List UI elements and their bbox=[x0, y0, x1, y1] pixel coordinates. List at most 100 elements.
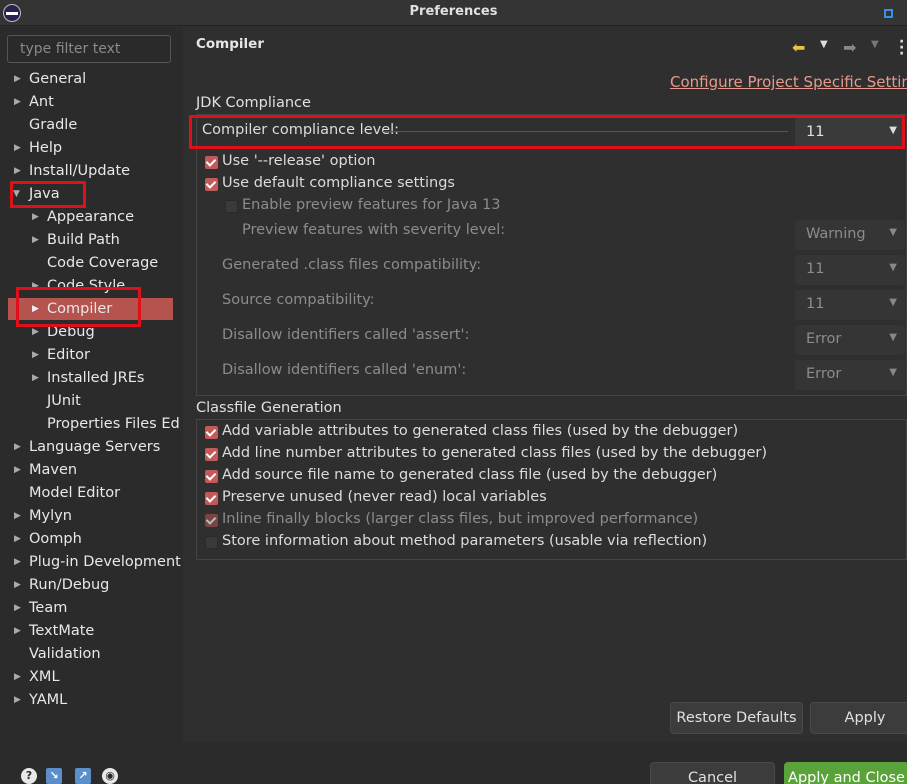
chevron-right-icon[interactable]: ▶ bbox=[14, 91, 24, 113]
tree-label: Model Editor bbox=[29, 485, 121, 501]
tree-item-mylyn[interactable]: ▶ Mylyn bbox=[0, 505, 183, 527]
chevron-right-icon[interactable]: ▶ bbox=[32, 229, 42, 251]
chevron-right-icon[interactable]: ▶ bbox=[14, 551, 24, 573]
chevron-right-icon[interactable]: ▶ bbox=[14, 505, 24, 527]
chevron-down-icon: ▼ bbox=[889, 125, 897, 136]
tree-item-ant[interactable]: ▶ Ant bbox=[0, 91, 183, 113]
preserve-unused-label: Preserve unused (never read) local varia… bbox=[222, 489, 547, 505]
maximize-button[interactable] bbox=[884, 9, 893, 18]
tree-item-editor[interactable]: ▶ Editor bbox=[0, 344, 183, 366]
help-icon[interactable]: ? bbox=[21, 768, 37, 784]
tree-label: Installed JREs bbox=[47, 370, 145, 386]
tree-item-properties-files[interactable]: Properties Files Ed bbox=[0, 413, 183, 435]
tree-item-java[interactable]: ▼ Java bbox=[0, 183, 183, 205]
configure-project-specific-link[interactable]: Configure Project Specific Settings... bbox=[670, 73, 907, 91]
chevron-down-icon[interactable]: ▼ bbox=[13, 183, 23, 205]
tree-item-compiler[interactable]: ▶ Compiler bbox=[8, 298, 173, 320]
preserve-unused-checkbox[interactable] bbox=[205, 492, 218, 505]
release-option-label: Use '--release' option bbox=[222, 153, 376, 169]
inline-finally-label: Inline finally blocks (larger class file… bbox=[222, 511, 699, 527]
generated-compat-select[interactable]: 11 ▼ bbox=[795, 255, 905, 285]
chevron-right-icon[interactable]: ▶ bbox=[14, 459, 24, 481]
tree-item-run-debug[interactable]: ▶ Run/Debug bbox=[0, 574, 183, 596]
tree-item-oomph[interactable]: ▶ Oomph bbox=[0, 528, 183, 550]
apply-and-close-button[interactable]: Apply and Close bbox=[784, 762, 907, 784]
tree-item-textmate[interactable]: ▶ TextMate bbox=[0, 620, 183, 642]
cancel-button[interactable]: Cancel bbox=[650, 762, 775, 784]
chevron-right-icon[interactable]: ▶ bbox=[32, 344, 42, 366]
tree-item-build-path[interactable]: ▶ Build Path bbox=[0, 229, 183, 251]
chevron-right-icon[interactable]: ▶ bbox=[14, 666, 24, 688]
tree-item-junit[interactable]: JUnit bbox=[0, 390, 183, 412]
tree-label: XML bbox=[29, 669, 60, 685]
source-compat-select[interactable]: 11 ▼ bbox=[795, 290, 905, 320]
chevron-right-icon[interactable]: ▶ bbox=[32, 298, 42, 320]
inline-finally-checkbox[interactable] bbox=[205, 514, 218, 527]
chevron-right-icon[interactable]: ▶ bbox=[14, 597, 24, 619]
chevron-right-icon[interactable]: ▶ bbox=[14, 137, 24, 159]
tree-label: Properties Files Ed bbox=[47, 416, 180, 432]
source-compat-label: Source compatibility: bbox=[222, 292, 375, 308]
assert-identifiers-select[interactable]: Error ▼ bbox=[795, 325, 905, 355]
preview-severity-label: Preview features with severity level: bbox=[242, 222, 506, 238]
chevron-right-icon[interactable]: ▶ bbox=[14, 689, 24, 711]
tree-item-plugin-development[interactable]: ▶ Plug-in Development bbox=[0, 551, 183, 573]
forward-dropdown-icon[interactable]: ▼ bbox=[871, 39, 879, 50]
tree-item-xml[interactable]: ▶ XML bbox=[0, 666, 183, 688]
restore-defaults-button[interactable]: Restore Defaults bbox=[670, 702, 803, 734]
tree-item-gradle[interactable]: Gradle bbox=[0, 114, 183, 136]
tree-label: Editor bbox=[47, 347, 90, 363]
chevron-right-icon[interactable]: ▶ bbox=[14, 160, 24, 182]
tree-item-maven[interactable]: ▶ Maven bbox=[0, 459, 183, 481]
tree-item-language-servers[interactable]: ▶ Language Servers bbox=[0, 436, 183, 458]
method-params-checkbox[interactable] bbox=[205, 536, 218, 549]
chevron-right-icon[interactable]: ▶ bbox=[14, 528, 24, 550]
tree-item-help[interactable]: ▶ Help bbox=[0, 137, 183, 159]
tree-item-appearance[interactable]: ▶ Appearance bbox=[0, 206, 183, 228]
chevron-right-icon[interactable]: ▶ bbox=[32, 367, 42, 389]
tree-item-installed-jres[interactable]: ▶ Installed JREs bbox=[0, 367, 183, 389]
release-option-checkbox[interactable] bbox=[205, 156, 218, 169]
compliance-level-select[interactable]: 11 ▼ bbox=[795, 118, 905, 148]
tree-item-debug[interactable]: ▶ Debug bbox=[0, 321, 183, 343]
enum-identifiers-select[interactable]: Error ▼ bbox=[795, 360, 905, 390]
tree-item-general[interactable]: ▶ General bbox=[0, 68, 183, 90]
chevron-right-icon[interactable]: ▶ bbox=[32, 321, 42, 343]
enable-preview-checkbox[interactable] bbox=[225, 200, 238, 213]
enum-identifiers-value: Error bbox=[806, 366, 842, 382]
tree-item-code-coverage[interactable]: Code Coverage bbox=[0, 252, 183, 274]
tree-item-team[interactable]: ▶ Team bbox=[0, 597, 183, 619]
tree-item-code-style[interactable]: ▶ Code Style bbox=[0, 275, 183, 297]
chevron-right-icon[interactable]: ▶ bbox=[32, 206, 42, 228]
tree-item-model-editor[interactable]: Model Editor bbox=[0, 482, 183, 504]
chevron-right-icon[interactable]: ▶ bbox=[32, 275, 42, 297]
line-number-attrs-checkbox[interactable] bbox=[205, 448, 218, 461]
import-icon[interactable]: ↘ bbox=[46, 768, 62, 784]
apply-button[interactable]: Apply bbox=[810, 702, 907, 734]
tree-label: Maven bbox=[29, 462, 78, 478]
tree-item-validation[interactable]: Validation bbox=[0, 643, 183, 665]
default-compliance-checkbox[interactable] bbox=[205, 178, 218, 191]
export-icon[interactable]: ↗ bbox=[75, 768, 91, 784]
view-menu-icon[interactable]: · · · bbox=[899, 35, 904, 61]
tree-label: Oomph bbox=[29, 531, 82, 547]
chevron-right-icon[interactable]: ▶ bbox=[14, 574, 24, 596]
chevron-down-icon: ▼ bbox=[889, 297, 897, 308]
source-file-name-checkbox[interactable] bbox=[205, 470, 218, 483]
back-dropdown-icon[interactable]: ▼ bbox=[820, 39, 828, 50]
chevron-right-icon[interactable]: ▶ bbox=[14, 68, 24, 90]
tree-label: Java bbox=[29, 186, 60, 202]
preferences-record-icon[interactable]: ◉ bbox=[102, 768, 118, 784]
variable-attrs-checkbox[interactable] bbox=[205, 426, 218, 439]
chevron-right-icon[interactable]: ▶ bbox=[14, 436, 24, 458]
back-arrow-icon[interactable]: ⬅ bbox=[792, 38, 805, 57]
assert-identifiers-value: Error bbox=[806, 331, 842, 347]
window-title: Preferences bbox=[409, 4, 498, 19]
filter-input[interactable] bbox=[7, 35, 171, 63]
tree-item-yaml[interactable]: ▶ YAML bbox=[0, 689, 183, 711]
preview-severity-value: Warning bbox=[806, 226, 866, 242]
forward-arrow-icon[interactable]: ➡ bbox=[843, 38, 856, 57]
tree-item-install-update[interactable]: ▶ Install/Update bbox=[0, 160, 183, 182]
chevron-right-icon[interactable]: ▶ bbox=[14, 620, 24, 642]
preview-severity-select[interactable]: Warning ▼ bbox=[795, 220, 905, 250]
